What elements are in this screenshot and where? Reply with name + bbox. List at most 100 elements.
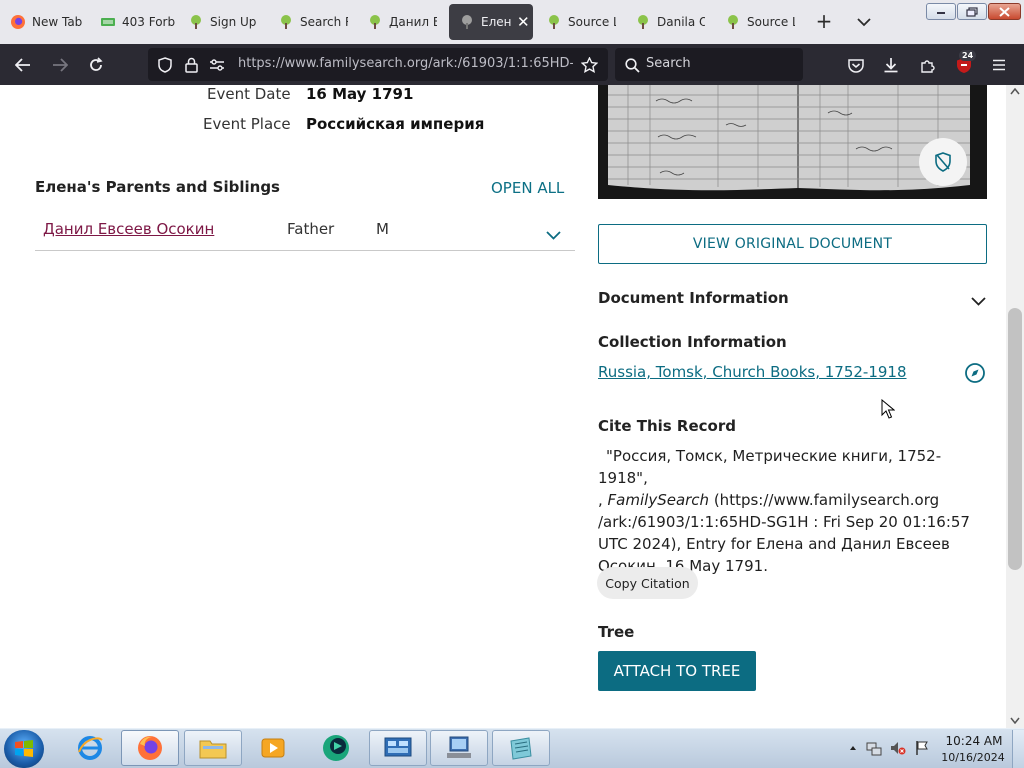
folder-icon: [199, 740, 227, 759]
hide-image-button[interactable]: [919, 138, 967, 186]
restore-button[interactable]: [957, 3, 987, 20]
tab-label: Sign Up: [210, 15, 257, 29]
downloads-icon[interactable]: [878, 52, 904, 78]
scroll-up-arrow-icon[interactable]: [1010, 88, 1020, 95]
event-place-label: Event Place: [203, 115, 291, 133]
tree-icon: [459, 14, 475, 30]
tree-icon: [188, 14, 204, 30]
tab-label: Елена: [481, 15, 511, 29]
person-name-link[interactable]: Данил Евсеев Осокин: [43, 220, 214, 238]
collection-information-heading: Collection Information: [598, 333, 787, 351]
citation-text: "Россия, Томск, Метрические книги, 1752-…: [598, 445, 990, 577]
expand-chevron-icon[interactable]: [546, 225, 561, 244]
event-date-label: Event Date: [207, 85, 291, 103]
tab-danil[interactable]: Данил Е: [367, 4, 437, 40]
url-text: https://www.familysearch.org/ark:/61903/…: [238, 56, 573, 71]
document-info-chevron-icon[interactable]: [971, 291, 986, 310]
taskbar-notepad[interactable]: [492, 730, 550, 766]
close-tab-icon[interactable]: ✕: [517, 13, 530, 31]
minimize-button[interactable]: [926, 3, 956, 20]
tab-label: Source L: [568, 15, 616, 29]
volume-muted-tray-icon[interactable]: [890, 740, 906, 756]
back-button[interactable]: [10, 52, 36, 78]
pocket-icon[interactable]: [843, 52, 869, 78]
search-bar[interactable]: Search: [615, 48, 803, 81]
tab-label: Source L: [747, 15, 795, 29]
control-panel-icon: [384, 737, 412, 757]
tree-icon: [635, 14, 651, 30]
tab-label: 403 Forb: [122, 15, 176, 29]
event-date-value: 16 May 1791: [306, 85, 414, 103]
taskbar-file-explorer[interactable]: [184, 730, 242, 766]
open-all-link[interactable]: OPEN ALL: [491, 179, 564, 197]
extensions-puzzle-icon[interactable]: [915, 52, 941, 78]
notepad-icon: [510, 737, 532, 760]
tab-strip: New Tab 403 Forb Sign Up Search R Данил …: [0, 0, 1024, 44]
tab-elena-active[interactable]: Елена ✕: [449, 4, 533, 40]
tab-source-linker-2[interactable]: Source L: [725, 4, 795, 40]
tab-list-chevron-icon[interactable]: [853, 10, 875, 34]
taskbar-media-player[interactable]: [244, 730, 302, 766]
tree-icon: [367, 14, 383, 30]
taskbar-app-green[interactable]: [307, 730, 365, 766]
computer-network-icon: [447, 736, 471, 758]
row-divider: [35, 250, 575, 251]
scrollbar-thumb[interactable]: [1008, 308, 1022, 570]
tab-source-linker[interactable]: Source L: [546, 4, 616, 40]
new-tab-button[interactable]: +: [813, 10, 835, 34]
show-desktop-button[interactable]: [1012, 730, 1024, 768]
relationship-label: Father: [287, 220, 335, 238]
taskbar-network-app[interactable]: [430, 730, 488, 766]
view-original-document-button[interactable]: VIEW ORIGINAL DOCUMENT: [598, 224, 987, 264]
show-hidden-icons-arrow-icon[interactable]: [845, 740, 861, 756]
citation-site: FamilySearch: [607, 491, 710, 509]
collection-link[interactable]: Russia, Tomsk, Church Books, 1752-1918: [598, 363, 907, 381]
firefox-icon: [10, 14, 26, 30]
event-place-value: Российская империя: [306, 115, 485, 133]
media-player-icon: [261, 738, 285, 758]
permissions-icon[interactable]: [204, 52, 230, 78]
forward-button[interactable]: [47, 52, 73, 78]
taskbar-clock-date[interactable]: 10/16/2024: [940, 751, 1006, 764]
tab-sign-up[interactable]: Sign Up: [188, 4, 268, 40]
tab-new-tab[interactable]: New Tab: [10, 4, 90, 40]
citation-line: "Россия, Томск, Метрические книги, 1752-…: [598, 447, 942, 487]
tree-icon: [278, 14, 294, 30]
lock-icon[interactable]: [178, 52, 204, 78]
attach-to-tree-button[interactable]: ATTACH TO TREE: [598, 651, 756, 691]
page-content: Event Date 16 May 1791 Event Place Росси…: [0, 85, 1006, 728]
chat-app-icon: [323, 735, 349, 761]
parents-siblings-heading: Елена's Parents and Siblings: [35, 178, 280, 196]
address-bar[interactable]: https://www.familysearch.org/ark:/61903/…: [148, 48, 608, 81]
extension-badge: 24: [959, 50, 977, 61]
taskbar-control-panel[interactable]: [369, 730, 427, 766]
mouse-cursor-icon: [881, 398, 896, 423]
bookmark-star-icon[interactable]: [576, 52, 602, 78]
action-center-flag-icon[interactable]: [914, 740, 930, 756]
menu-hamburger-icon[interactable]: [986, 52, 1012, 78]
tab-danila[interactable]: Danila O: [635, 4, 705, 40]
compass-icon[interactable]: [964, 362, 986, 388]
tab-label: Данил Е: [389, 15, 437, 29]
reload-button[interactable]: [83, 52, 109, 78]
network-tray-icon[interactable]: [866, 740, 882, 756]
taskbar-firefox[interactable]: [121, 730, 179, 766]
taskbar-internet-explorer[interactable]: [61, 730, 119, 766]
close-window-button[interactable]: [988, 3, 1021, 20]
tree-heading: Tree: [598, 623, 635, 641]
sex-label: M: [376, 220, 389, 238]
search-placeholder: Search: [646, 56, 691, 71]
tree-icon: [725, 14, 741, 30]
citation-separator: ,: [598, 491, 608, 509]
tab-label: New Tab: [32, 15, 83, 29]
page-icon: [100, 14, 116, 30]
tab-403-forbidden[interactable]: 403 Forb: [100, 4, 178, 40]
tracking-protection-shield-icon[interactable]: [152, 52, 178, 78]
document-information-heading[interactable]: Document Information: [598, 289, 789, 307]
start-button[interactable]: [4, 730, 44, 768]
tab-search-results[interactable]: Search R: [278, 4, 348, 40]
copy-citation-button[interactable]: Copy Citation: [597, 567, 698, 599]
scroll-down-arrow-icon[interactable]: [1010, 717, 1020, 724]
tab-label: Danila O: [657, 15, 705, 29]
taskbar-clock-time[interactable]: 10:24 AM: [944, 734, 1004, 748]
